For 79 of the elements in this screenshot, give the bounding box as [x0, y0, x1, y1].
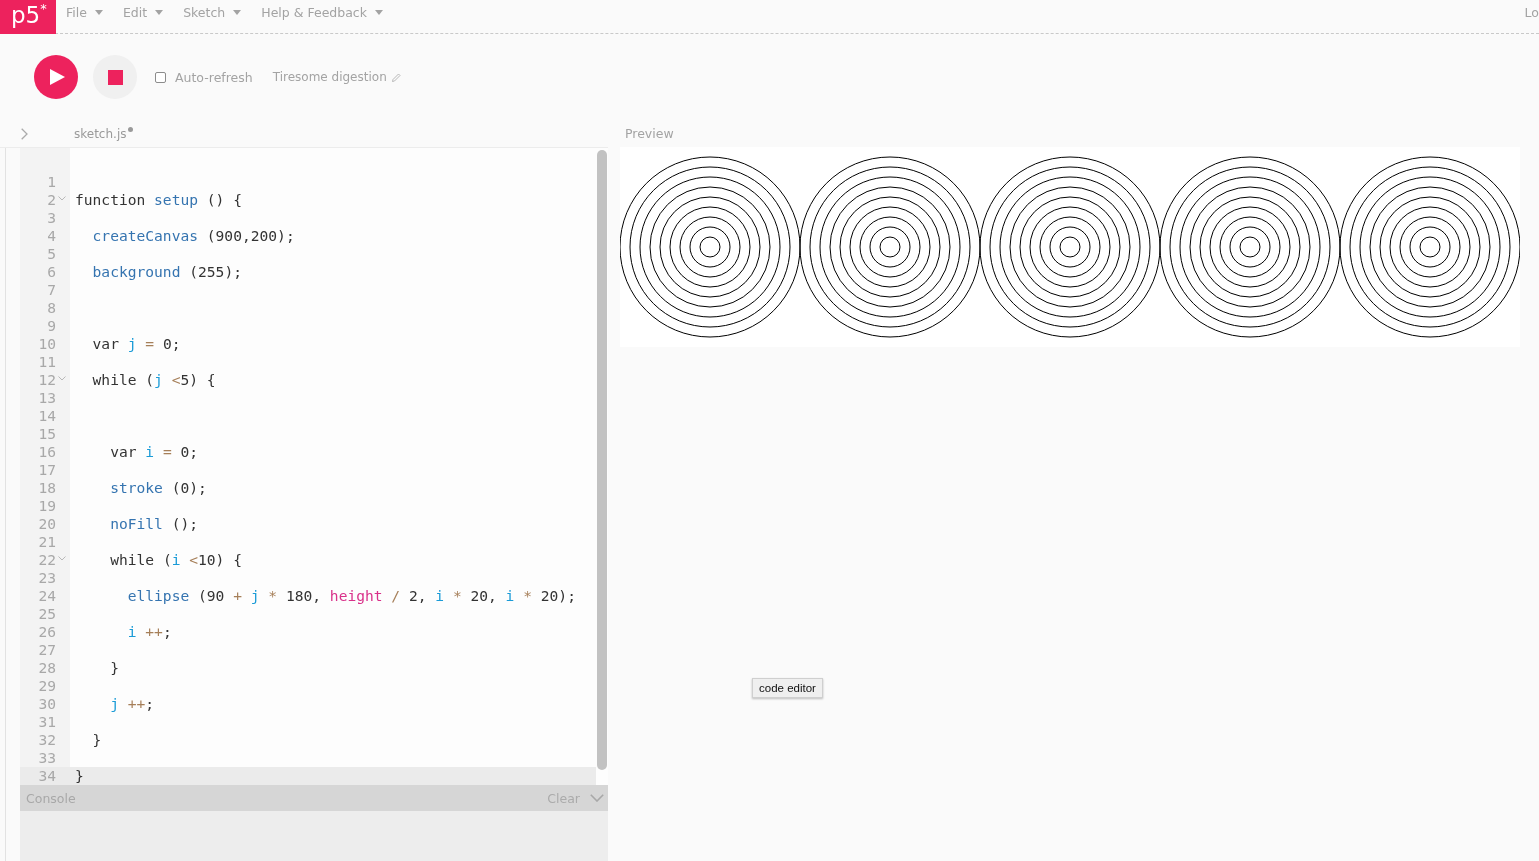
line-number: 19 — [38, 497, 56, 515]
line-number: 23 — [38, 569, 56, 587]
line-number: 33 — [38, 749, 56, 767]
code-line: } — [92, 731, 102, 748]
pencil-icon — [391, 72, 401, 82]
code-line: } — [110, 659, 119, 676]
line-number: 31 — [38, 713, 56, 731]
menu-item[interactable]: File — [66, 0, 103, 25]
line-number: 29 — [38, 677, 56, 695]
line-number: 13 — [38, 389, 56, 407]
line-number: 24 — [38, 587, 56, 605]
sketch-name-button[interactable]: Tiresome digestion — [272, 70, 401, 84]
line-number: 8 — [47, 299, 56, 317]
line-number: 28 — [38, 659, 56, 677]
line-number: 1 — [47, 173, 56, 191]
code-line: var i = 0; — [110, 443, 199, 460]
line-number: 27 — [38, 641, 56, 659]
line-number: 2 — [47, 191, 56, 209]
stop-button[interactable] — [93, 55, 137, 99]
code-line: while (j <5) { — [92, 371, 216, 388]
line-number: 3 — [47, 209, 56, 227]
code-line: while (i <10) { — [110, 551, 242, 568]
code-line: } — [75, 767, 84, 784]
play-icon — [50, 69, 65, 85]
code-line: var j = 0; — [92, 335, 181, 352]
code-line: i ++; — [127, 623, 172, 640]
line-number: 22 — [38, 551, 56, 569]
play-button[interactable] — [34, 55, 78, 99]
line-number: 16 — [38, 443, 56, 461]
code-line: noFill (); — [110, 515, 199, 532]
code-line: background (255); — [92, 263, 242, 280]
caret-down-icon — [233, 10, 242, 15]
line-number: 21 — [38, 533, 56, 551]
code-line: stroke (0); — [110, 479, 207, 496]
caret-down-icon — [375, 10, 383, 15]
fold-caret-icon[interactable] — [58, 376, 66, 381]
preview-title: Preview — [625, 126, 674, 142]
scrollbar[interactable] — [597, 150, 607, 770]
code-editor[interactable] — [20, 148, 608, 785]
menu-item[interactable]: Edit — [122, 0, 164, 25]
code-line: function setup () { — [75, 191, 242, 208]
line-number: 32 — [38, 731, 56, 749]
caret-down-icon — [155, 10, 164, 15]
sidebar-toggle-button[interactable] — [21, 127, 28, 140]
line-number: 34 — [38, 767, 56, 785]
line-number: 11 — [38, 353, 56, 371]
line-number: 30 — [38, 695, 56, 713]
chevron-right-icon — [21, 127, 28, 140]
console-toggle-button[interactable] — [590, 794, 604, 802]
line-number: 17 — [38, 461, 56, 479]
caret-down-icon — [94, 10, 103, 15]
line-number: 18 — [38, 479, 56, 497]
menu-item[interactable]: Sketch — [183, 0, 242, 25]
account-link[interactable]: Lo — [1524, 0, 1539, 25]
fold-caret-icon[interactable] — [58, 556, 66, 561]
line-number: 15 — [38, 425, 56, 443]
chevron-down-icon — [590, 794, 604, 802]
tooltip: code editor — [752, 678, 823, 698]
line-number: 9 — [47, 317, 56, 335]
auto-refresh-checkbox[interactable] — [155, 71, 166, 83]
logo[interactable]: p5$^{*}$ — [0, 0, 56, 34]
line-number: 25 — [38, 605, 56, 623]
auto-refresh-label: Auto-refresh — [175, 69, 253, 85]
code-line: ellipse (90 + j * 180, height / 2, i * 20, i * 20); — [127, 587, 576, 604]
line-number: 5 — [47, 245, 56, 263]
stop-icon — [107, 69, 123, 85]
line-number: 4 — [47, 227, 56, 245]
line-number: 12 — [38, 371, 56, 389]
line-number: 10 — [38, 335, 56, 353]
code-line: j ++; — [110, 695, 155, 712]
line-number: 6 — [47, 263, 56, 281]
file-tab[interactable]: sketch.js — [74, 126, 134, 141]
fold-caret-icon[interactable] — [58, 196, 66, 201]
line-number: 20 — [38, 515, 56, 533]
line-number: 7 — [47, 281, 56, 299]
code-line: createCanvas (900,200); — [92, 227, 295, 244]
line-number: 14 — [38, 407, 56, 425]
line-number: 26 — [38, 623, 56, 641]
menu-item[interactable]: Help & Feedback — [261, 0, 383, 25]
